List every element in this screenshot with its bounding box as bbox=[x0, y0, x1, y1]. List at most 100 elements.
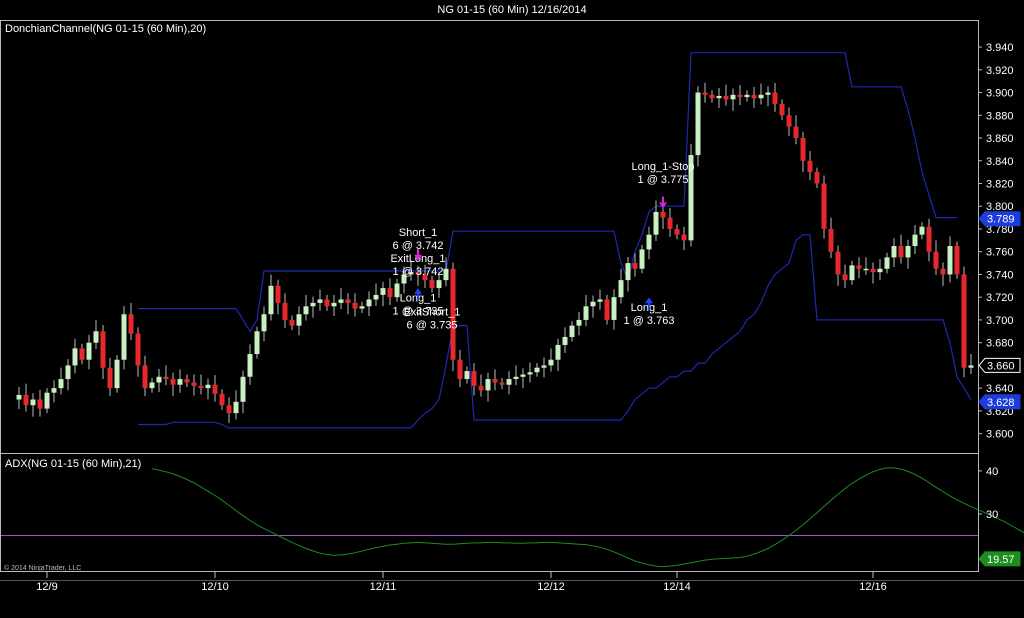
candle-body bbox=[765, 92, 771, 95]
candle bbox=[765, 86, 771, 107]
candle-body bbox=[30, 399, 36, 406]
candle bbox=[58, 367, 64, 395]
candle-body bbox=[534, 367, 540, 373]
candle-body bbox=[926, 226, 932, 252]
candle bbox=[954, 241, 960, 279]
trade-annotation: Long_11 @ 3.763 bbox=[624, 297, 675, 327]
candle bbox=[968, 354, 974, 374]
price-axis-label: 3.640 bbox=[986, 383, 1014, 395]
candle-body bbox=[254, 331, 260, 355]
candle-body bbox=[555, 344, 561, 360]
candle-body bbox=[310, 302, 316, 307]
candle bbox=[240, 370, 246, 414]
candle bbox=[317, 289, 323, 311]
candle-body bbox=[37, 399, 43, 409]
candle bbox=[723, 84, 729, 106]
candle-body bbox=[919, 226, 925, 235]
candle-body bbox=[723, 95, 729, 100]
candle bbox=[23, 383, 29, 412]
candle-body bbox=[492, 379, 498, 383]
candle-body bbox=[93, 331, 99, 343]
copyright-text: © 2014 NinjaTrader, LLC bbox=[4, 565, 82, 572]
candle bbox=[688, 143, 694, 247]
candle-body bbox=[205, 384, 211, 389]
candle bbox=[247, 344, 253, 385]
candle bbox=[44, 388, 50, 414]
price-axis-label: 3.680 bbox=[986, 338, 1014, 350]
candle bbox=[373, 283, 379, 306]
candle bbox=[100, 325, 106, 380]
candle bbox=[359, 301, 365, 314]
annotation-line: Long_1-Stop bbox=[632, 161, 695, 173]
candle bbox=[870, 262, 876, 284]
candle-body bbox=[968, 365, 974, 368]
candle-body bbox=[856, 265, 862, 269]
candle-body bbox=[793, 126, 799, 139]
candle-body bbox=[107, 367, 113, 389]
candle bbox=[254, 326, 260, 359]
candle-body bbox=[114, 359, 120, 389]
candle bbox=[261, 306, 267, 341]
trade-annotation: Long_1-Stop1 @ 3.775 bbox=[632, 161, 695, 209]
candle bbox=[485, 372, 491, 402]
candle-body bbox=[436, 280, 442, 289]
candle bbox=[849, 260, 855, 285]
candle bbox=[695, 86, 701, 167]
axis-layer: 3.9403.9203.9003.8803.8603.8403.8203.800… bbox=[36, 42, 1021, 593]
candle-body bbox=[842, 274, 848, 281]
candle bbox=[233, 390, 239, 420]
candle bbox=[569, 321, 575, 342]
candle bbox=[618, 268, 624, 304]
candle-body bbox=[709, 94, 715, 99]
candle bbox=[681, 226, 687, 251]
adx-panel-frame bbox=[0, 453, 979, 572]
candle bbox=[891, 238, 897, 268]
candle-body bbox=[464, 371, 470, 380]
candle-body bbox=[905, 246, 911, 258]
price-axis-label: 3.720 bbox=[986, 292, 1014, 304]
candle bbox=[800, 131, 806, 173]
candle bbox=[387, 278, 393, 306]
price-axis-label: 3.860 bbox=[986, 133, 1014, 145]
candle-body bbox=[520, 374, 526, 377]
time-axis-label: 12/12 bbox=[537, 581, 565, 593]
candle-body bbox=[660, 211, 666, 218]
annotation-line: 1 @ 3.763 bbox=[624, 315, 675, 327]
candle bbox=[114, 355, 120, 393]
candle bbox=[289, 315, 295, 331]
candle-body bbox=[345, 299, 351, 303]
candle-body bbox=[142, 365, 148, 389]
time-axis-label: 12/10 bbox=[201, 581, 229, 593]
candle bbox=[366, 291, 372, 316]
candle-body bbox=[730, 94, 736, 100]
adx-panel-label: ADX(NG 01-15 (60 Min),21) bbox=[5, 458, 142, 470]
candle bbox=[520, 368, 526, 389]
candle-body bbox=[863, 268, 869, 271]
candle bbox=[667, 207, 673, 237]
candle bbox=[877, 259, 883, 281]
candle-body bbox=[758, 94, 764, 99]
candle bbox=[863, 257, 869, 276]
candle-body bbox=[163, 376, 169, 380]
price-panel-label: DonchianChannel(NG 01-15 (60 Min),20) bbox=[5, 23, 207, 35]
candle-body bbox=[625, 263, 631, 281]
candle bbox=[786, 107, 792, 137]
candle-body bbox=[562, 336, 568, 345]
candle-body bbox=[940, 268, 946, 275]
candle-body bbox=[639, 249, 645, 269]
candle-body bbox=[737, 94, 743, 98]
candle bbox=[219, 389, 225, 410]
price-marker-label: 3.660 bbox=[978, 357, 1021, 373]
candle-body bbox=[877, 268, 883, 273]
candle-body bbox=[331, 302, 337, 307]
candle-body bbox=[506, 379, 512, 385]
candle bbox=[856, 257, 862, 279]
candle-body bbox=[828, 228, 834, 252]
candle bbox=[107, 358, 113, 397]
candle-body bbox=[268, 285, 274, 315]
adx-series-layer bbox=[1, 467, 1024, 568]
candle-body bbox=[590, 301, 596, 307]
price-axis-label: 3.940 bbox=[986, 42, 1014, 54]
candle-body bbox=[275, 285, 281, 303]
candle-body bbox=[247, 354, 253, 377]
